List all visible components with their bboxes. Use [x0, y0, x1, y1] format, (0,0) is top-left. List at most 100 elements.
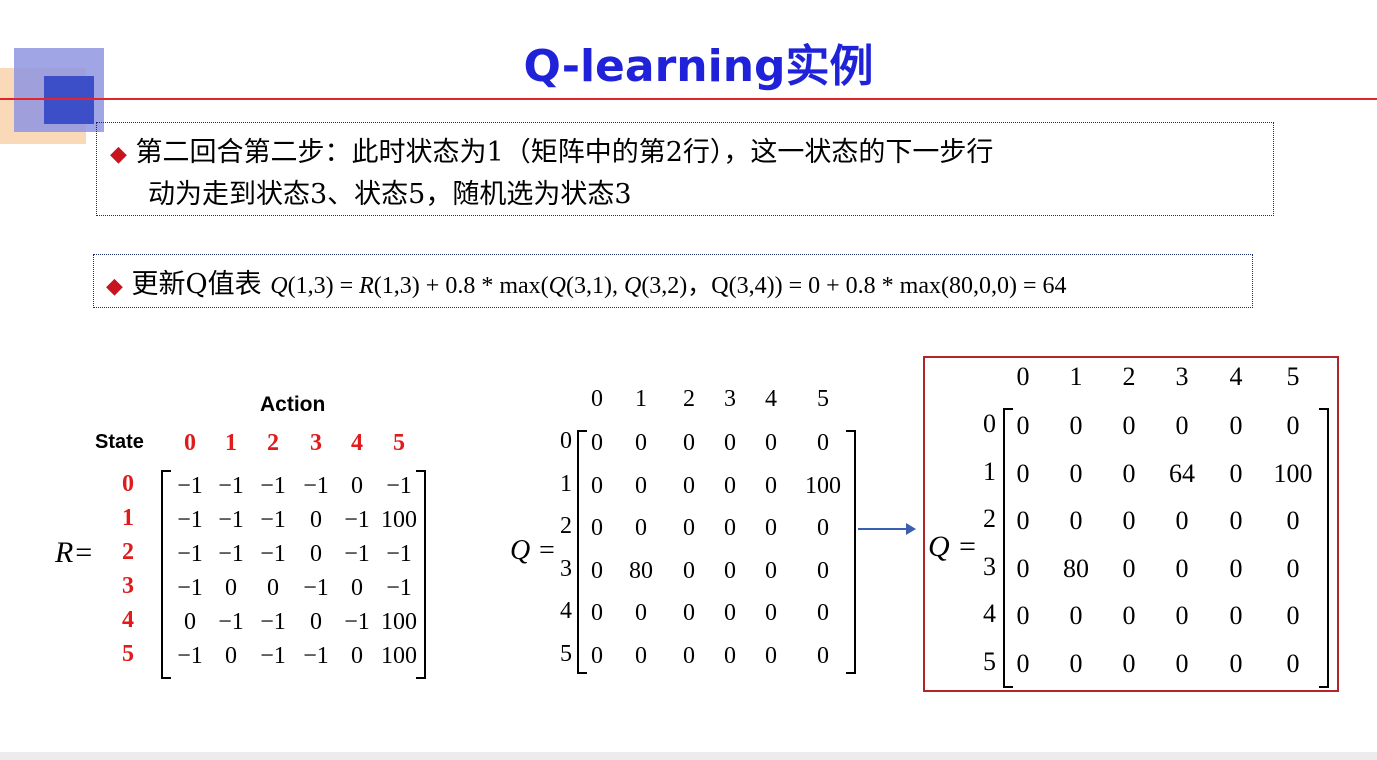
q_before-cell: 0 — [683, 430, 695, 456]
q_before-cell: 0 — [765, 600, 777, 626]
q_after-cell: 0 — [1229, 411, 1243, 440]
q_after-cell: 0 — [1069, 601, 1083, 630]
q_before-bracket-right — [846, 430, 856, 674]
q_after-cell: 0 — [1016, 459, 1030, 488]
r_matrix-cell: −1 — [218, 541, 244, 567]
r_matrix-cell: 0 — [351, 575, 363, 601]
r_matrix-cell: −1 — [344, 507, 370, 533]
r_matrix-bracket-right — [416, 470, 426, 679]
r_matrix-col-header: 0 — [184, 430, 196, 456]
q_before-cell: 80 — [629, 558, 653, 584]
q_after-bracket-right — [1319, 408, 1329, 688]
q_after-row-header: 0 — [983, 409, 996, 438]
q_before-col-header: 2 — [683, 386, 695, 412]
r_matrix-cell: −1 — [260, 473, 286, 499]
q_after-cell: 0 — [1286, 411, 1300, 440]
right-arrow-icon — [858, 528, 912, 530]
q_after-cell: 0 — [1016, 411, 1030, 440]
slide-title: Q-learning实例 — [523, 41, 874, 92]
right-arrow-head — [906, 523, 916, 535]
q_before-cell: 0 — [591, 600, 603, 626]
q_before-cell: 0 — [683, 515, 695, 541]
r_matrix-cell: −1 — [218, 609, 244, 635]
q_after-row-header: 5 — [983, 647, 996, 676]
r_matrix-cell: −1 — [260, 541, 286, 567]
q_after-cell: 80 — [1063, 554, 1089, 583]
step-description-line-1: ◆ 第二回合第二步：此时状态为1（矩阵中的第2行），这一状态的下一步行 — [110, 130, 993, 169]
q_before-cell: 0 — [635, 430, 647, 456]
r_matrix-row-header: 2 — [122, 539, 134, 565]
step-description-text-2: 动为走到状态3、状态5，随机选为状态3 — [148, 179, 632, 210]
q_before-row-header: 4 — [560, 598, 572, 624]
q_after-cell: 64 — [1169, 459, 1195, 488]
q_after-cell: 0 — [1229, 459, 1243, 488]
r_matrix-col-header: 5 — [393, 430, 405, 456]
q_after-cell: 0 — [1175, 411, 1189, 440]
q_before-col-header: 4 — [765, 386, 777, 412]
q_after-cell: 0 — [1016, 601, 1030, 630]
q_after-bracket-left — [1003, 408, 1013, 688]
footer-band — [0, 752, 1377, 760]
q_before-cell: 0 — [683, 643, 695, 669]
q_after-row-header: 2 — [983, 504, 996, 533]
diamond-bullet-icon: ◆ — [106, 274, 123, 299]
r_matrix-cell: 0 — [267, 575, 279, 601]
r_matrix-cell: −1 — [218, 507, 244, 533]
q_before-cell: 0 — [635, 600, 647, 626]
q_after-col-header: 3 — [1175, 362, 1189, 391]
r_matrix-cell: −1 — [386, 541, 412, 567]
r_matrix-cell: 0 — [351, 473, 363, 499]
q_after-cell: 0 — [1069, 411, 1083, 440]
r_matrix-cell: −1 — [218, 473, 244, 499]
q_before-cell: 0 — [724, 473, 736, 499]
q_after-cell: 0 — [1175, 506, 1189, 535]
r_matrix-cell: 0 — [310, 541, 322, 567]
q_after-cell: 0 — [1286, 554, 1300, 583]
q_after-cell: 0 — [1175, 649, 1189, 678]
q_after-row-header: 3 — [983, 552, 996, 581]
q_after-cell: 0 — [1286, 506, 1300, 535]
q_before-cell: 0 — [683, 473, 695, 499]
r_matrix-cell: −1 — [177, 473, 203, 499]
r_matrix-row-header: 1 — [122, 505, 134, 531]
q_after-cell: 0 — [1069, 459, 1083, 488]
q_after-col-header: 0 — [1016, 362, 1030, 391]
q_before-cell: 0 — [591, 558, 603, 584]
q_before-row-header: 5 — [560, 641, 572, 667]
q_before-cell: 0 — [817, 558, 829, 584]
q_after-col-header: 4 — [1229, 362, 1243, 391]
q_before-cell: 0 — [817, 430, 829, 456]
q_before-cell: 0 — [591, 473, 603, 499]
q_before-col-header: 0 — [591, 386, 603, 412]
r_matrix-cell: −1 — [303, 575, 329, 601]
q_after-col-header: 2 — [1122, 362, 1136, 391]
q_before-row-header: 3 — [560, 556, 572, 582]
q_after-cell: 0 — [1122, 411, 1136, 440]
r_matrix-cell: −1 — [303, 473, 329, 499]
r_matrix-cell: −1 — [303, 643, 329, 669]
q_before-cell: 0 — [591, 515, 603, 541]
q_before-cell: 0 — [724, 515, 736, 541]
q_before-cell: 0 — [765, 643, 777, 669]
q_after-col-header: 5 — [1286, 362, 1300, 391]
q_before-cell: 0 — [591, 643, 603, 669]
q_after-cell: 0 — [1286, 649, 1300, 678]
r_matrix-cell: −1 — [177, 575, 203, 601]
q_before-row-header: 0 — [560, 428, 572, 454]
q_before-cell: 0 — [635, 515, 647, 541]
r_matrix-cell: −1 — [386, 473, 412, 499]
q_after-cell: 0 — [1069, 506, 1083, 535]
r_matrix-row-header: 0 — [122, 471, 134, 497]
q_before-bracket-left — [577, 430, 587, 674]
q_before-cell: 0 — [817, 643, 829, 669]
q_before-cell: 0 — [683, 600, 695, 626]
q_before-col-header: 5 — [817, 386, 829, 412]
r_matrix-cell: 0 — [310, 609, 322, 635]
q_after-cell: 0 — [1016, 649, 1030, 678]
q_after-cell: 0 — [1122, 601, 1136, 630]
q_before-row-header: 1 — [560, 471, 572, 497]
q_before-cell: 0 — [765, 515, 777, 541]
q_after-row-header: 4 — [983, 599, 996, 628]
diamond-bullet-icon: ◆ — [110, 142, 127, 167]
q_after-cell: 0 — [1016, 554, 1030, 583]
